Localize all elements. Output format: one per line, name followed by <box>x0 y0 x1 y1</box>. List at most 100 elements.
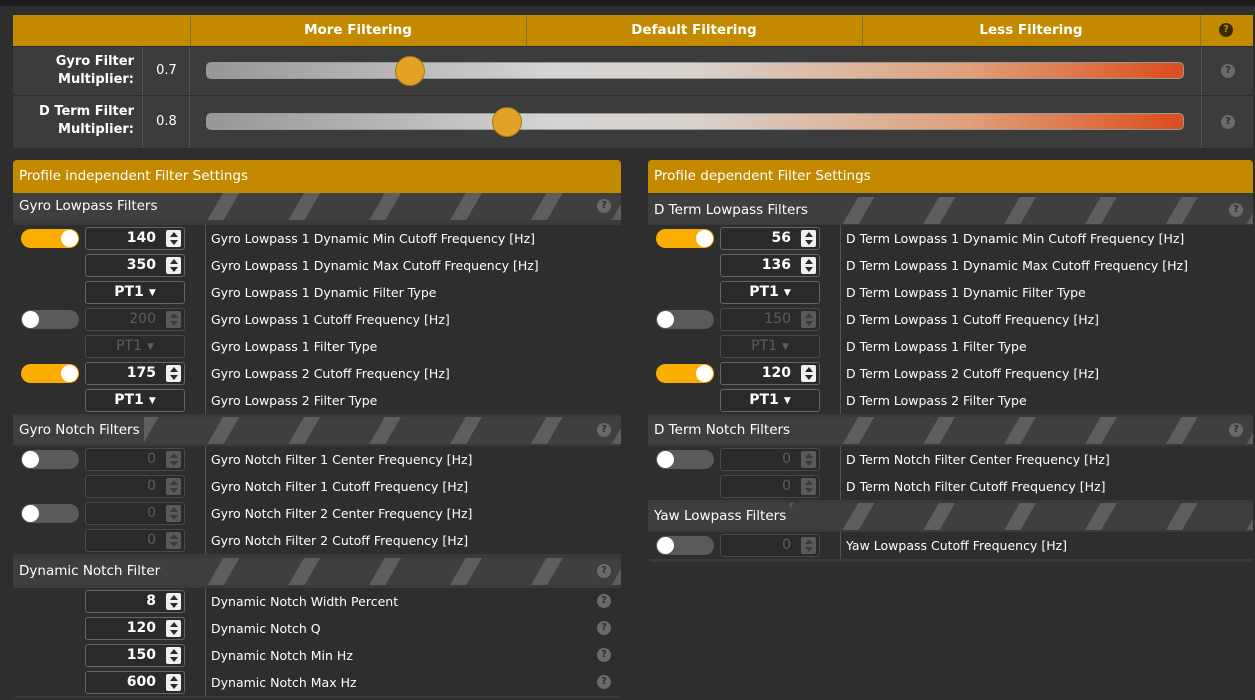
spinner-icon[interactable] <box>801 537 816 554</box>
spinner-icon[interactable] <box>166 532 181 549</box>
number-input[interactable]: 0 <box>720 475 820 498</box>
setting-label: Gyro Lowpass 2 Cutoff Frequency [Hz] <box>205 360 450 387</box>
spinner-icon[interactable] <box>801 365 816 382</box>
setting-label: Gyro Notch Filter 1 Cutoff Frequency [Hz… <box>205 473 468 500</box>
number-input[interactable]: 136 <box>720 254 820 277</box>
gyro-multiplier-thumb[interactable] <box>395 56 425 86</box>
list-item: 175 Gyro Lowpass 2 Cutoff Frequency [Hz] <box>13 360 621 387</box>
help-icon[interactable]: ? <box>597 423 611 437</box>
list-item: 56 D Term Lowpass 1 Dynamic Min Cutoff F… <box>648 225 1253 252</box>
dterm-multiplier-row: D Term Filter Multiplier: 0.8 ? <box>13 96 1253 148</box>
spinner-icon[interactable] <box>166 451 181 468</box>
gyro-multiplier-label: Gyro Filter Multiplier: <box>13 47 143 95</box>
list-item: 0 Yaw Lowpass Cutoff Frequency [Hz] <box>648 532 1253 559</box>
list-item: 0 Gyro Notch Filter 1 Cutoff Frequency [… <box>13 473 621 500</box>
spinner-icon[interactable] <box>166 505 181 522</box>
number-input[interactable]: 150 <box>85 644 185 667</box>
more-filtering-label: More Filtering <box>304 22 412 38</box>
number-input[interactable]: 56 <box>720 227 820 250</box>
chevron-down-icon: ▼ <box>148 396 156 406</box>
number-input[interactable]: 120 <box>85 617 185 640</box>
spinner-icon[interactable] <box>801 230 816 247</box>
list-item: 0 D Term Notch Filter Center Frequency [… <box>648 446 1253 473</box>
yaw-lowpass-header: Yaw Lowpass Filters <box>648 503 1253 530</box>
number-input[interactable]: 0 <box>85 448 185 471</box>
dterm-multiplier-slider[interactable] <box>206 113 1184 130</box>
spinner-icon[interactable] <box>801 478 816 495</box>
yaw-lp-toggle[interactable] <box>656 536 714 555</box>
gyro-lp1-dynamic-toggle[interactable] <box>21 229 79 248</box>
spinner-icon[interactable] <box>166 365 181 382</box>
dterm-lp2-toggle[interactable] <box>656 364 714 383</box>
dterm-lp1-dynamic-toggle[interactable] <box>656 229 714 248</box>
number-input[interactable]: 150 <box>720 308 820 331</box>
setting-label: Dynamic Notch Width Percent <box>205 588 398 615</box>
dynamic-notch-header: Dynamic Notch Filter ? <box>13 558 621 585</box>
filter-type-select[interactable]: PT1 ▼ <box>720 281 820 304</box>
help-icon[interactable]: ? <box>597 199 611 213</box>
number-input[interactable]: 600 <box>85 671 185 694</box>
spinner-icon[interactable] <box>801 451 816 468</box>
section-title: Dynamic Notch Filter <box>19 558 165 585</box>
dterm-multiplier-label: D Term Filter Multiplier: <box>13 96 143 148</box>
help-icon[interactable]: ? <box>1229 423 1243 437</box>
dterm-lp1-toggle[interactable] <box>656 310 714 329</box>
filter-type-select[interactable]: PT1 ▼ <box>720 389 820 412</box>
gyro-notch1-toggle[interactable] <box>21 450 79 469</box>
spinner-icon[interactable] <box>166 647 181 664</box>
setting-label: Gyro Lowpass 1 Filter Type <box>205 333 377 360</box>
number-input[interactable]: 120 <box>720 362 820 385</box>
number-input[interactable]: 0 <box>720 534 820 557</box>
number-input[interactable]: 140 <box>85 227 185 250</box>
number-input[interactable]: 8 <box>85 590 185 613</box>
list-item: 8 Dynamic Notch Width Percent ? <box>13 588 621 615</box>
spinner-icon[interactable] <box>166 674 181 691</box>
help-icon[interactable]: ? <box>1229 203 1243 217</box>
spinner-icon[interactable] <box>166 257 181 274</box>
help-icon[interactable]: ? <box>1219 23 1233 37</box>
list-item: 350 Gyro Lowpass 1 Dynamic Max Cutoff Fr… <box>13 252 621 279</box>
setting-label: D Term Notch Filter Center Frequency [Hz… <box>840 446 1110 473</box>
filter-type-select[interactable]: PT1 ▼ <box>720 335 820 358</box>
help-icon[interactable]: ? <box>597 564 611 578</box>
number-input[interactable]: 0 <box>85 475 185 498</box>
gyro-multiplier-row: Gyro Filter Multiplier: 0.7 ? <box>13 47 1253 95</box>
gyro-notch2-toggle[interactable] <box>21 504 79 523</box>
spinner-icon[interactable] <box>801 311 816 328</box>
number-input[interactable]: 0 <box>720 448 820 471</box>
list-item: PT1 ▼ D Term Lowpass 1 Dynamic Filter Typ… <box>648 279 1253 306</box>
list-item: 140 Gyro Lowpass 1 Dynamic Min Cutoff Fr… <box>13 225 621 252</box>
gyro-multiplier-slider[interactable] <box>206 62 1184 79</box>
spinner-icon[interactable] <box>166 620 181 637</box>
help-icon[interactable]: ? <box>1221 115 1235 129</box>
filter-type-select[interactable]: PT1 ▼ <box>85 389 185 412</box>
dterm-notch-toggle[interactable] <box>656 450 714 469</box>
help-icon[interactable]: ? <box>1221 64 1235 78</box>
help-cell: ? <box>1201 47 1253 95</box>
help-icon[interactable]: ? <box>597 675 611 689</box>
spinner-icon[interactable] <box>166 593 181 610</box>
number-input[interactable]: 350 <box>85 254 185 277</box>
list-item: PT1 ▼ Gyro Lowpass 1 Dynamic Filter Type <box>13 279 621 306</box>
spinner-icon[interactable] <box>166 230 181 247</box>
setting-label: Gyro Lowpass 1 Dynamic Min Cutoff Freque… <box>205 225 535 252</box>
help-icon[interactable]: ? <box>597 621 611 635</box>
list-item: PT1 ▼ Gyro Lowpass 2 Filter Type <box>13 387 621 414</box>
spinner-icon[interactable] <box>801 257 816 274</box>
number-input[interactable]: 175 <box>85 362 185 385</box>
spinner-icon[interactable] <box>166 478 181 495</box>
gyro-lp1-toggle[interactable] <box>21 310 79 329</box>
gyro-lp2-toggle[interactable] <box>21 364 79 383</box>
list-item: 150 D Term Lowpass 1 Cutoff Frequency [H… <box>648 306 1253 333</box>
filter-type-select[interactable]: PT1 ▼ <box>85 335 185 358</box>
help-icon[interactable]: ? <box>597 648 611 662</box>
number-input[interactable]: 200 <box>85 308 185 331</box>
help-icon[interactable]: ? <box>597 594 611 608</box>
number-input[interactable]: 0 <box>85 529 185 552</box>
dterm-multiplier-thumb[interactable] <box>492 107 522 137</box>
filter-type-select[interactable]: PT1 ▼ <box>85 281 185 304</box>
list-item: PT1 ▼ Gyro Lowpass 1 Filter Type <box>13 333 621 360</box>
section-title: D Term Notch Filters <box>654 417 795 444</box>
spinner-icon[interactable] <box>166 311 181 328</box>
number-input[interactable]: 0 <box>85 502 185 525</box>
